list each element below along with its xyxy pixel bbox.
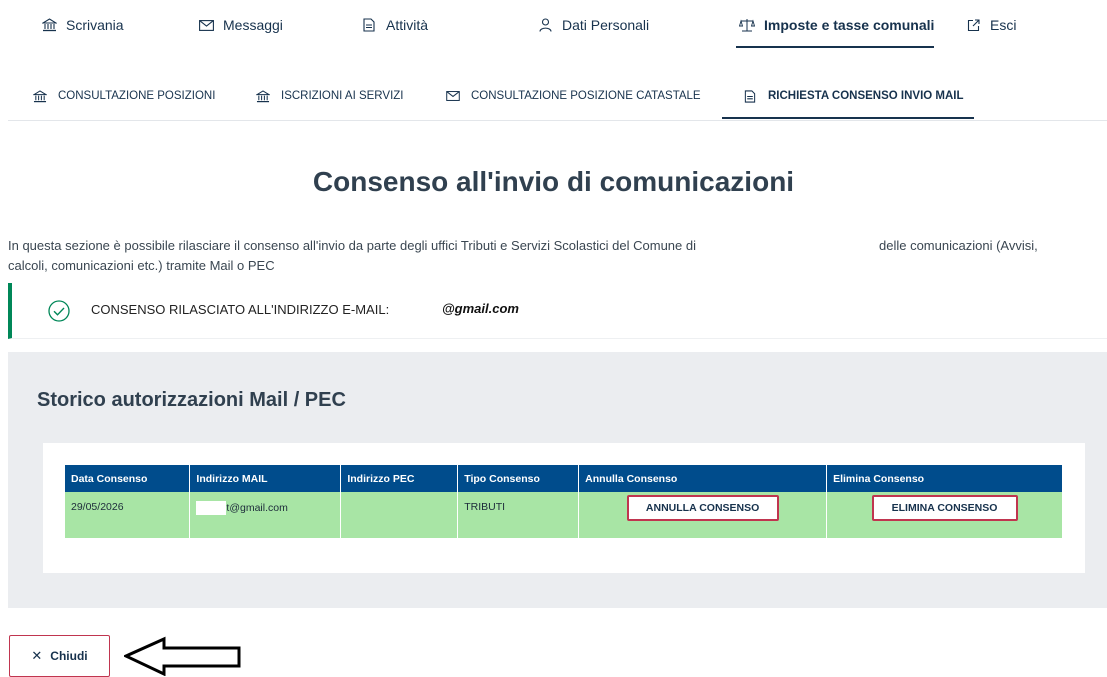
col-header-elimina-consenso: Elimina Consenso <box>826 465 1063 492</box>
intro-text-part1: In questa sezione è possibile rilasciare… <box>8 238 696 253</box>
chiudi-button[interactable]: ✕ Chiudi <box>9 635 110 677</box>
col-header-annulla-consenso: Annulla Consenso <box>578 465 828 492</box>
close-icon: ✕ <box>31 648 43 663</box>
nav-item-esci[interactable]: Esci <box>964 0 1016 50</box>
elimina-consenso-button[interactable]: ELIMINA CONSENSO <box>871 495 1018 521</box>
intro-text: In questa sezione è possibile rilasciare… <box>8 236 1098 276</box>
table-header-row: Data Consenso Indirizzo MAIL Indirizzo P… <box>65 465 1063 492</box>
document-icon <box>742 89 758 103</box>
redacted-block <box>196 501 227 515</box>
col-header-data-consenso: Data Consenso <box>65 465 191 492</box>
history-panel: Storico autorizzazioni Mail / PEC Data C… <box>8 352 1107 608</box>
cell-data-consenso: 29/05/2026 <box>65 492 191 538</box>
subnav-item-iscrizioni[interactable]: ISCRIZIONI AI SERVIZI <box>255 72 403 120</box>
consent-success-alert: CONSENSO RILASCIATO ALL'INDIRIZZO E-MAIL… <box>8 283 1107 339</box>
history-card: Data Consenso Indirizzo MAIL Indirizzo P… <box>43 443 1085 573</box>
cell-elimina: ELIMINA CONSENSO <box>826 492 1063 538</box>
envelope-icon <box>445 89 461 103</box>
top-nav: Scrivania Messaggi Attività Dati Persona… <box>0 0 1107 50</box>
subnav-item-consultazione-posizioni[interactable]: CONSULTAZIONE POSIZIONI <box>32 72 215 120</box>
history-title: Storico autorizzazioni Mail / PEC <box>37 389 346 411</box>
subnav-item-posizione-catastale[interactable]: CONSULTAZIONE POSIZIONE CATASTALE <box>445 72 701 120</box>
alert-text: CONSENSO RILASCIATO ALL'INDIRIZZO E-MAIL… <box>91 302 390 317</box>
cell-annulla: ANNULLA CONSENSO <box>578 492 828 538</box>
nav-item-label: Imposte e tasse comunali <box>764 17 935 33</box>
subnav-item-label: CONSULTAZIONE POSIZIONE CATASTALE <box>471 90 701 102</box>
col-header-indirizzo-pec: Indirizzo PEC <box>340 465 459 492</box>
cell-indirizzo-pec <box>340 492 459 538</box>
nav-item-attivita[interactable]: Attività <box>360 0 428 50</box>
scales-icon <box>738 17 756 33</box>
sub-nav: CONSULTAZIONE POSIZIONI ISCRIZIONI AI SE… <box>8 72 1107 121</box>
subnav-item-label: ISCRIZIONI AI SERVIZI <box>281 90 404 102</box>
bank-icon <box>40 17 58 33</box>
cell-tipo-consenso: TRIBUTI <box>457 492 580 538</box>
nav-item-label: Scrivania <box>66 17 124 33</box>
nav-item-messaggi[interactable]: Messaggi <box>197 0 283 50</box>
nav-item-label: Dati Personali <box>562 17 650 33</box>
annotation-arrow-icon <box>124 636 241 676</box>
nav-item-scrivania[interactable]: Scrivania <box>40 0 124 50</box>
col-header-indirizzo-mail: Indirizzo MAIL <box>189 465 342 492</box>
active-subtab-indicator <box>722 117 974 119</box>
cell-indirizzo-mail: t@gmail.com <box>189 492 342 538</box>
intro-text-line2: calcoli, comunicazioni etc.) tramite Mai… <box>8 258 275 273</box>
col-header-tipo-consenso: Tipo Consenso <box>457 465 580 492</box>
table-row: 29/05/2026 t@gmail.com TRIBUTI ANNULLA C… <box>65 492 1063 538</box>
subnav-item-label: CONSULTAZIONE POSIZIONI <box>58 90 216 102</box>
nav-item-dati-personali[interactable]: Dati Personali <box>536 0 649 50</box>
subnav-item-richiesta-consenso[interactable]: RICHIESTA CONSENSO INVIO MAIL <box>742 72 964 120</box>
bank-icon <box>255 89 271 103</box>
nav-item-label: Messaggi <box>223 17 283 33</box>
annulla-consenso-button[interactable]: ANNULLA CONSENSO <box>626 495 779 521</box>
intro-text-part2: delle comunicazioni (Avvisi, <box>879 238 1038 253</box>
check-circle-icon <box>48 300 70 322</box>
nav-item-label: Attività <box>386 17 429 33</box>
user-icon <box>536 17 554 33</box>
alert-email: @gmail.com <box>442 301 519 316</box>
bank-icon <box>32 89 48 103</box>
subnav-item-label: RICHIESTA CONSENSO INVIO MAIL <box>768 90 964 102</box>
nav-item-label: Esci <box>990 17 1017 33</box>
nav-item-imposte[interactable]: Imposte e tasse comunali <box>738 0 934 50</box>
active-tab-indicator <box>736 46 934 48</box>
external-link-icon <box>964 17 982 33</box>
envelope-icon <box>197 17 215 33</box>
cell-mail-value: t@gmail.com <box>226 501 288 514</box>
history-table: Data Consenso Indirizzo MAIL Indirizzo P… <box>65 465 1063 538</box>
document-icon <box>360 17 378 33</box>
chiudi-label: Chiudi <box>50 649 88 663</box>
page-title: Consenso all'invio di comunicazioni <box>312 166 795 197</box>
